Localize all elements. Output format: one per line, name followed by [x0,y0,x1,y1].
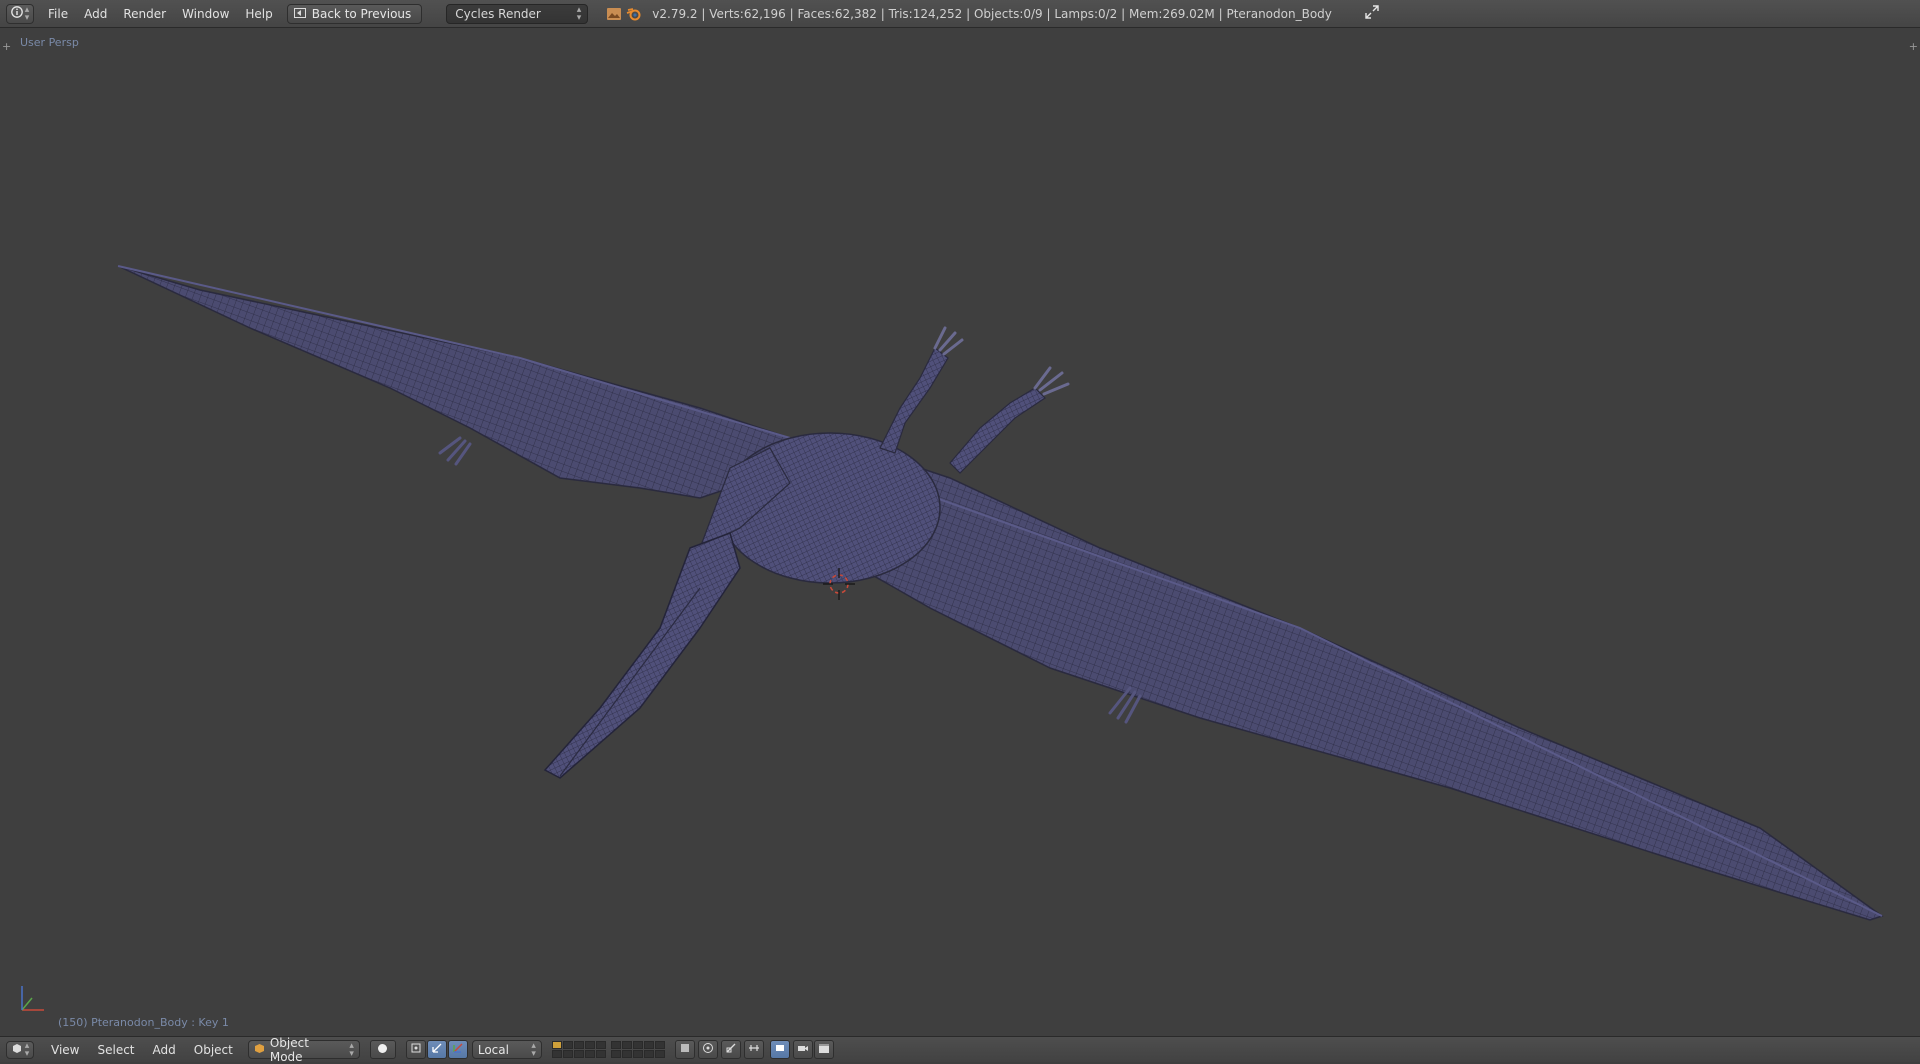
fullscreen-icon [1365,5,1379,22]
snap-increment-icon [748,1042,760,1057]
layer-button[interactable] [610,1041,621,1049]
viewport-shading-select[interactable] [369,1040,396,1059]
object-mode-icon [254,1043,265,1057]
snap-element-button[interactable] [743,1040,764,1059]
solid-shading-icon [377,1043,388,1057]
translate-icon [452,1042,464,1057]
layer-block-2 [610,1041,665,1058]
right-leg [949,387,1046,474]
menu-render[interactable]: Render [115,0,174,28]
3d-view-icon [11,1042,23,1057]
layer-button[interactable] [632,1050,643,1058]
info-header: ▴ ▾ File Add Render Window Help Back to P… [0,0,1920,28]
snap-toggle-button[interactable] [720,1040,741,1059]
layer-button[interactable] [595,1041,606,1049]
head-beak [543,532,741,779]
layer-block-1 [551,1041,606,1058]
menu-view[interactable]: View [42,1043,88,1057]
editor-type-selector-3d[interactable]: ▴ ▾ [6,1040,34,1059]
pivot-point-button[interactable] [405,1040,426,1059]
pivot-point-icon [410,1042,422,1057]
info-icon [10,6,23,21]
layer-button[interactable] [562,1050,573,1058]
snap-icon [725,1042,737,1057]
layer-button[interactable] [573,1050,584,1058]
layer-button[interactable] [643,1041,654,1049]
updown-arrows-icon: ▴ ▾ [24,1040,30,1059]
layer-button[interactable] [595,1050,606,1058]
layer-button[interactable] [573,1041,584,1049]
proportional-editing-button[interactable] [697,1040,718,1059]
render-preview-icon [774,1042,786,1057]
layer-button[interactable] [562,1041,573,1049]
scene-layers[interactable] [551,1041,669,1058]
lock-camera-layers-button[interactable] [674,1040,695,1059]
layers-icon [679,1042,691,1057]
blender-logo-icon [626,6,642,22]
manipulator-toggle-button[interactable] [426,1040,447,1059]
left-leg [879,347,949,454]
updown-arrows-icon: ▴ ▾ [576,4,582,23]
opengl-render-button[interactable] [792,1040,813,1059]
layer-button[interactable] [654,1041,665,1049]
layer-button[interactable] [621,1050,632,1058]
axis-gizmo-icon [21,986,44,1011]
manipulator-icon [431,1042,443,1057]
layer-button[interactable] [551,1050,562,1058]
opengl-animation-button[interactable] [813,1040,834,1059]
layer-button[interactable] [610,1050,621,1058]
transform-orientation-label: Local [477,1042,509,1057]
camera-icon [797,1042,809,1057]
3d-view-header: ▴ ▾ View Select Add Object Object Mode ▴ ▾… [0,1036,1920,1064]
render-engine-select[interactable]: Cycles Render ▴ ▾ [446,3,589,24]
menu-help[interactable]: Help [237,0,280,28]
screen-back-icon [293,7,306,21]
translate-manipulator-button[interactable] [447,1040,468,1059]
layer-button[interactable] [654,1050,665,1058]
clapper-icon [818,1042,830,1057]
layer-button[interactable] [643,1050,654,1058]
render-engine-label: Cycles Render [455,6,541,21]
3d-viewport[interactable]: + + User Persp (150) Pteranodon_Body: K… [0,28,1920,1036]
interaction-mode-select[interactable]: Object Mode ▴ ▾ [247,1036,360,1064]
updown-arrows-icon: ▴ ▾ [349,1040,354,1059]
transform-orientation-select[interactable]: Local ▴ ▾ [471,1040,542,1059]
back-to-previous-label: Back to Previous [311,6,412,21]
menu-select[interactable]: Select [88,1043,143,1057]
layer-button[interactable] [621,1041,632,1049]
right-wing [819,447,1884,921]
menu-window[interactable]: Window [174,0,237,28]
active-object-info: (150) Pteranodon_Body : Key 1 [58,1016,229,1029]
layer-button[interactable] [584,1041,595,1049]
render-image-icon [606,6,622,22]
left-wing-claw [438,436,472,466]
right-wing-claw [1108,686,1142,724]
pteranodon-mesh[interactable] [0,28,1920,1036]
menu-file[interactable]: File [40,0,76,28]
back-to-previous-button[interactable]: Back to Previous [286,3,423,24]
layer-button[interactable] [632,1041,643,1049]
updown-arrows-icon: ▴ ▾ [24,4,30,23]
proportional-editing-icon [702,1042,714,1057]
interaction-mode-label: Object Mode [269,1035,309,1064]
menu-object[interactable]: Object [185,1043,242,1057]
layer-button[interactable] [551,1041,562,1049]
updown-arrows-icon: ▴ ▾ [531,1040,536,1059]
menu-add[interactable]: Add [144,1043,185,1057]
layer-button[interactable] [584,1050,595,1058]
scene-statistics: v2.79.2 | Verts:62,196 | Faces:62,382 | … [652,6,1332,21]
editor-type-selector[interactable]: ▴ ▾ [6,3,34,24]
fullscreen-toggle-button[interactable] [1362,4,1382,24]
left-wing [117,265,792,499]
menu-add[interactable]: Add [76,0,115,28]
render-only-button[interactable] [769,1040,790,1059]
